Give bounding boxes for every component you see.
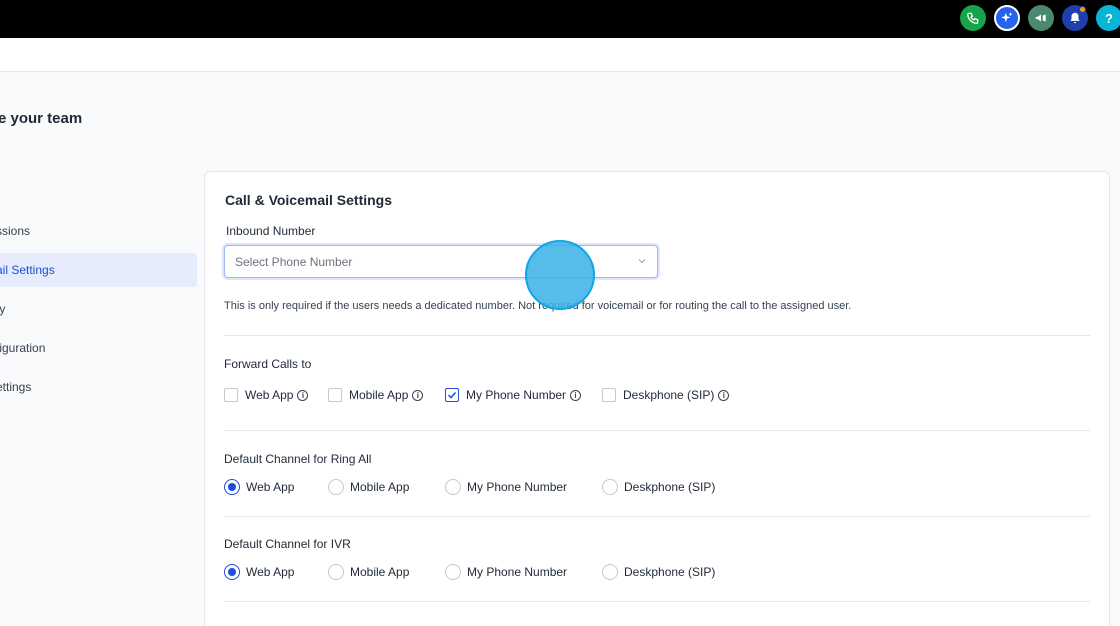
option-label: Mobile App — [349, 388, 409, 402]
bell-icon[interactable] — [1062, 5, 1088, 31]
forward-mobile-app-option[interactable]: Mobile App i — [328, 388, 424, 402]
ivr-web-app-option[interactable]: Web App — [224, 564, 294, 580]
sidenav-item-call-voicemail-settings[interactable]: ail Settings — [0, 253, 197, 287]
sidenav-label: ail Settings — [0, 263, 55, 277]
sidenav-item-permissions[interactable]: ssions — [0, 214, 197, 248]
sub-header — [0, 38, 1120, 72]
option-label: My Phone Number — [467, 480, 568, 494]
option-label: Deskphone (SIP) — [624, 480, 716, 494]
ivr-deskphone-option[interactable]: Deskphone (SIP) — [602, 564, 715, 580]
sidenav-item-settings[interactable]: ettings — [0, 370, 197, 404]
forward-my-phone-number-option[interactable]: My Phone Number i — [445, 388, 582, 402]
sparkle-icon[interactable] — [994, 5, 1020, 31]
sidenav-item-availability[interactable]: ty — [0, 292, 197, 326]
option-label: Web App — [246, 565, 295, 579]
divider — [224, 601, 1090, 602]
ring-all-web-app-option[interactable]: Web App — [224, 479, 294, 495]
ring-all-mobile-app-option[interactable]: Mobile App — [328, 479, 409, 495]
option-label: Deskphone (SIP) — [623, 388, 715, 402]
info-icon[interactable]: i — [570, 389, 582, 401]
ivr-mobile-app-option[interactable]: Mobile App — [328, 564, 409, 580]
topbar-icons: ? — [960, 5, 1120, 31]
sidenav-label: ssions — [0, 224, 31, 238]
option-label: Web App — [246, 480, 295, 494]
option-label: Mobile App — [350, 480, 410, 494]
inbound-number-label: Inbound Number — [226, 224, 316, 238]
info-icon[interactable]: i — [297, 389, 309, 401]
option-label: Web App — [245, 388, 294, 402]
divider — [224, 430, 1090, 431]
top-bar: ? — [0, 0, 1120, 38]
sidenav-label: ty — [0, 302, 6, 316]
help-icon[interactable]: ? — [1096, 5, 1120, 31]
call-voicemail-settings-card: Call & Voicemail Settings Inbound Number… — [204, 171, 1110, 626]
web-app-radio[interactable] — [224, 479, 240, 495]
card-title: Call & Voicemail Settings — [225, 192, 393, 208]
sidenav-item-configuration[interactable]: figuration — [0, 331, 197, 365]
mobile-app-radio[interactable] — [328, 564, 344, 580]
option-label: My Phone Number — [467, 565, 568, 579]
deskphone-checkbox[interactable] — [602, 388, 616, 402]
my-phone-number-checkbox[interactable] — [445, 388, 459, 402]
sidenav-label: ettings — [0, 380, 32, 394]
select-placeholder: Select Phone Number — [235, 254, 353, 269]
web-app-checkbox[interactable] — [224, 388, 238, 402]
info-icon[interactable]: i — [412, 389, 424, 401]
ring-all-deskphone-option[interactable]: Deskphone (SIP) — [602, 479, 715, 495]
my-phone-number-radio[interactable] — [445, 479, 461, 495]
notification-dot — [1079, 6, 1086, 13]
my-phone-number-radio[interactable] — [445, 564, 461, 580]
ivr-my-phone-number-option[interactable]: My Phone Number — [445, 564, 567, 580]
click-indicator — [525, 240, 595, 310]
web-app-radio[interactable] — [224, 564, 240, 580]
sidenav-label: figuration — [0, 341, 46, 355]
mobile-app-checkbox[interactable] — [328, 388, 342, 402]
ring-all-my-phone-number-option[interactable]: My Phone Number — [445, 479, 567, 495]
ring-all-label: Default Channel for Ring All — [224, 452, 372, 466]
forward-calls-label: Forward Calls to — [224, 357, 312, 371]
page-title: e your team — [0, 110, 83, 127]
deskphone-radio[interactable] — [602, 479, 618, 495]
forward-web-app-option[interactable]: Web App i — [224, 388, 309, 402]
phone-icon[interactable] — [960, 5, 986, 31]
deskphone-radio[interactable] — [602, 564, 618, 580]
mobile-app-radio[interactable] — [328, 479, 344, 495]
option-label: My Phone Number — [466, 388, 567, 402]
divider — [224, 335, 1090, 336]
forward-deskphone-option[interactable]: Deskphone (SIP) i — [602, 388, 730, 402]
option-label: Mobile App — [350, 565, 410, 579]
chevron-down-icon — [638, 259, 646, 264]
ivr-label: Default Channel for IVR — [224, 537, 351, 551]
checkmark-icon — [447, 391, 457, 399]
megaphone-icon[interactable] — [1028, 5, 1054, 31]
divider — [224, 516, 1090, 517]
info-icon[interactable]: i — [718, 389, 730, 401]
option-label: Deskphone (SIP) — [624, 565, 716, 579]
